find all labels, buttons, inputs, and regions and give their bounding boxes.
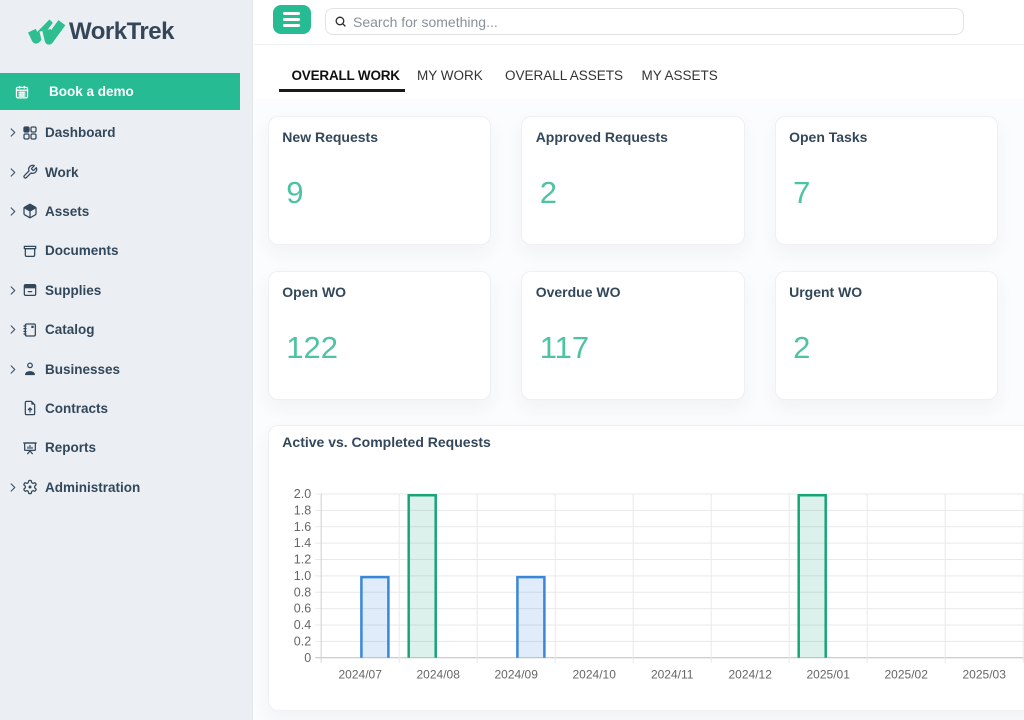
svg-text:2025/03: 2025/03	[962, 667, 1006, 681]
svg-text:2024/12: 2024/12	[728, 667, 772, 681]
svg-text:0.4: 0.4	[294, 618, 311, 632]
svg-text:2.0: 2.0	[294, 487, 311, 501]
svg-text:2025/01: 2025/01	[806, 667, 850, 681]
svg-text:0.2: 0.2	[294, 634, 311, 648]
svg-text:0.6: 0.6	[294, 601, 311, 615]
svg-text:1.8: 1.8	[294, 503, 311, 517]
svg-text:2024/07: 2024/07	[338, 667, 382, 681]
svg-text:1.2: 1.2	[294, 552, 311, 566]
svg-text:2024/08: 2024/08	[416, 667, 460, 681]
svg-text:2024/09: 2024/09	[494, 667, 538, 681]
svg-text:1.6: 1.6	[294, 519, 311, 533]
svg-text:1.4: 1.4	[294, 536, 311, 550]
svg-text:0.8: 0.8	[294, 585, 311, 599]
svg-text:2024/10: 2024/10	[572, 667, 616, 681]
svg-text:2024/11: 2024/11	[651, 667, 694, 681]
svg-text:0: 0	[304, 650, 311, 664]
svg-text:2025/02: 2025/02	[884, 667, 928, 681]
svg-text:1.0: 1.0	[294, 569, 311, 583]
